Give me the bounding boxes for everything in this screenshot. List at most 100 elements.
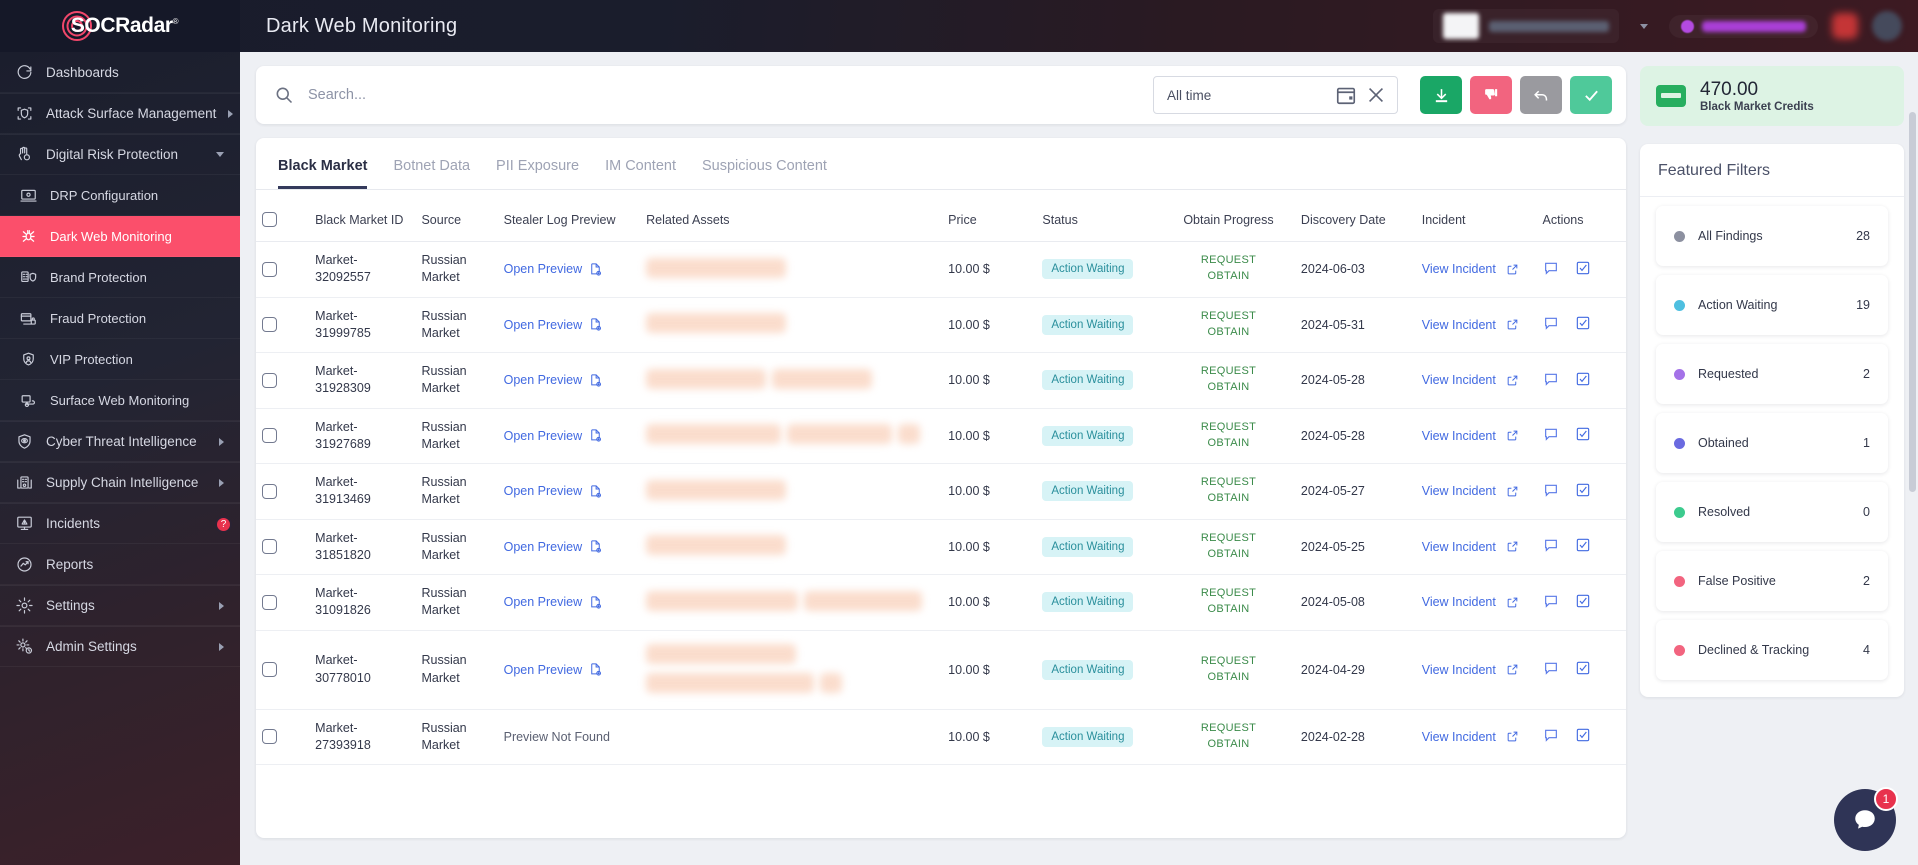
tab-black-market[interactable]: Black Market (278, 158, 368, 189)
row-checkbox[interactable] (262, 261, 277, 277)
comment-icon[interactable] (1543, 660, 1559, 679)
filter-item-resolved[interactable]: Resolved 0 (1656, 482, 1888, 542)
incident-cell[interactable]: View Incident (1415, 630, 1537, 710)
table-row[interactable]: Market- 31927689 Russian Market Open Preview… (256, 408, 1626, 464)
mark-done-icon[interactable] (1575, 371, 1591, 390)
row-checkbox[interactable] (262, 483, 277, 499)
sidebar-item-brand-protection[interactable]: Brand Protection (0, 257, 240, 298)
row-checkbox[interactable] (262, 539, 277, 555)
calendar-icon[interactable] (1335, 84, 1357, 106)
incident-cell[interactable]: View Incident (1415, 709, 1537, 765)
sidebar-item-incidents[interactable]: Incidents? (0, 503, 240, 544)
approve-button[interactable] (1570, 76, 1612, 114)
mark-done-icon[interactable] (1575, 426, 1591, 445)
filter-item-false-positive[interactable]: False Positive 2 (1656, 551, 1888, 611)
chevron-right-icon[interactable] (219, 478, 224, 487)
incident-cell[interactable]: View Incident (1415, 241, 1537, 298)
comment-icon[interactable] (1543, 482, 1559, 501)
table-row[interactable]: Market- 30778010 Russian Market Open Preview… (256, 630, 1626, 710)
chevron-down-icon[interactable] (1633, 15, 1655, 37)
row-checkbox[interactable] (262, 372, 277, 388)
search-input[interactable] (308, 87, 1153, 103)
obtain-progress-cell[interactable]: REQUEST OBTAIN (1162, 709, 1295, 765)
comment-icon[interactable] (1543, 727, 1559, 746)
tab-botnet-data[interactable]: Botnet Data (393, 158, 470, 189)
filter-item-declined-tracking[interactable]: Declined & Tracking 4 (1656, 620, 1888, 680)
filter-item-obtained[interactable]: Obtained 1 (1656, 413, 1888, 473)
chat-widget-button[interactable]: 1 (1834, 787, 1898, 851)
comment-icon[interactable] (1543, 315, 1559, 334)
open-preview-link[interactable]: Open Preview (504, 373, 635, 388)
sidebar-item-supply-chain-intelligence[interactable]: Supply Chain Intelligence (0, 462, 240, 503)
incident-cell[interactable]: View Incident (1415, 574, 1537, 631)
incident-cell[interactable]: View Incident (1415, 408, 1537, 464)
sidebar-item-attack-surface-management[interactable]: Attack Surface Management (0, 93, 240, 134)
sidebar-item-dark-web-monitoring[interactable]: Dark Web Monitoring (0, 216, 240, 257)
sidebar-item-settings[interactable]: Settings (0, 585, 240, 626)
table-row[interactable]: Market- 31851820 Russian Market Open Preview… (256, 519, 1626, 575)
open-preview-link[interactable]: Open Preview (504, 595, 635, 610)
mark-done-icon[interactable] (1575, 482, 1591, 501)
mark-done-icon[interactable] (1575, 260, 1591, 279)
mark-done-icon[interactable] (1575, 727, 1591, 746)
comment-icon[interactable] (1543, 426, 1559, 445)
chevron-right-icon[interactable] (228, 109, 234, 118)
table-row[interactable]: Market- 31091826 Russian Market Open Preview… (256, 574, 1626, 631)
row-checkbox[interactable] (262, 317, 277, 333)
sidebar-item-digital-risk-protection[interactable]: Digital Risk Protection (0, 134, 240, 175)
open-preview-link[interactable]: Open Preview (504, 317, 635, 332)
chevron-right-icon[interactable] (219, 437, 224, 446)
notifications-bell-icon[interactable] (1832, 13, 1858, 39)
sidebar-item-admin-settings[interactable]: Admin Settings (0, 626, 240, 667)
open-preview-link[interactable]: Open Preview (504, 262, 635, 277)
download-button[interactable] (1420, 76, 1462, 114)
sidebar-item-fraud-protection[interactable]: Fraud Protection (0, 298, 240, 339)
table-row[interactable]: Market- 31999785 Russian Market Open Preview… (256, 297, 1626, 353)
sidebar-item-vip-protection[interactable]: VIP Protection (0, 339, 240, 380)
chevron-down-icon[interactable] (216, 152, 224, 157)
row-checkbox[interactable] (262, 594, 277, 610)
obtain-progress-cell[interactable]: REQUEST OBTAIN (1162, 408, 1295, 464)
plan-badge[interactable] (1669, 14, 1818, 38)
date-range-field[interactable]: All time (1153, 76, 1398, 114)
incident-cell[interactable]: View Incident (1415, 519, 1537, 575)
mark-done-icon[interactable] (1575, 537, 1591, 556)
sidebar-item-surface-web-monitoring[interactable]: Surface Web Monitoring (0, 380, 240, 421)
tab-pii-exposure[interactable]: PII Exposure (496, 158, 579, 189)
open-preview-link[interactable]: Open Preview (504, 662, 635, 677)
obtain-progress-cell[interactable]: REQUEST OBTAIN (1162, 297, 1295, 353)
chevron-right-icon[interactable] (219, 642, 224, 651)
table-row[interactable]: Market- 31928309 Russian Market Open Preview… (256, 352, 1626, 409)
mark-done-icon[interactable] (1575, 315, 1591, 334)
obtain-progress-cell[interactable]: REQUEST OBTAIN (1162, 574, 1295, 631)
table-row[interactable]: Market- 32092557 Russian Market Open Preview… (256, 241, 1626, 298)
brand-logo[interactable]: SOCRadar® (0, 0, 240, 52)
mark-done-icon[interactable] (1575, 593, 1591, 612)
obtain-progress-cell[interactable]: REQUEST OBTAIN (1162, 463, 1295, 520)
organization-selector[interactable] (1433, 9, 1619, 43)
sidebar-item-reports[interactable]: Reports (0, 544, 240, 585)
obtain-progress-cell[interactable]: REQUEST OBTAIN (1162, 630, 1295, 710)
select-all-checkbox[interactable] (262, 212, 277, 227)
incident-cell[interactable]: View Incident (1415, 352, 1537, 409)
table-row[interactable]: Market- 31913469 Russian Market Open Preview… (256, 463, 1626, 520)
comment-icon[interactable] (1543, 537, 1559, 556)
obtain-progress-cell[interactable]: REQUEST OBTAIN (1162, 241, 1295, 298)
tab-im-content[interactable]: IM Content (605, 158, 676, 189)
comment-icon[interactable] (1543, 260, 1559, 279)
table-row[interactable]: Market- 27393918 Russian Market Preview Not … (256, 709, 1626, 765)
mark-done-icon[interactable] (1575, 660, 1591, 679)
open-preview-link[interactable]: Open Preview (504, 539, 635, 554)
obtain-progress-cell[interactable]: REQUEST OBTAIN (1162, 519, 1295, 575)
obtain-progress-cell[interactable]: REQUEST OBTAIN (1162, 352, 1295, 409)
incident-cell[interactable]: View Incident (1415, 297, 1537, 353)
sidebar-item-dashboards[interactable]: Dashboards (0, 52, 240, 93)
open-preview-link[interactable]: Open Preview (504, 428, 635, 443)
filter-item-action-waiting[interactable]: Action Waiting 19 (1656, 275, 1888, 335)
sidebar-item-drp-configuration[interactable]: DRP Configuration (0, 175, 240, 216)
sidebar-item-cyber-threat-intelligence[interactable]: Cyber Threat Intelligence (0, 421, 240, 462)
row-checkbox[interactable] (262, 729, 277, 745)
comment-icon[interactable] (1543, 371, 1559, 390)
filter-item-requested[interactable]: Requested 2 (1656, 344, 1888, 404)
row-checkbox[interactable] (262, 428, 277, 444)
